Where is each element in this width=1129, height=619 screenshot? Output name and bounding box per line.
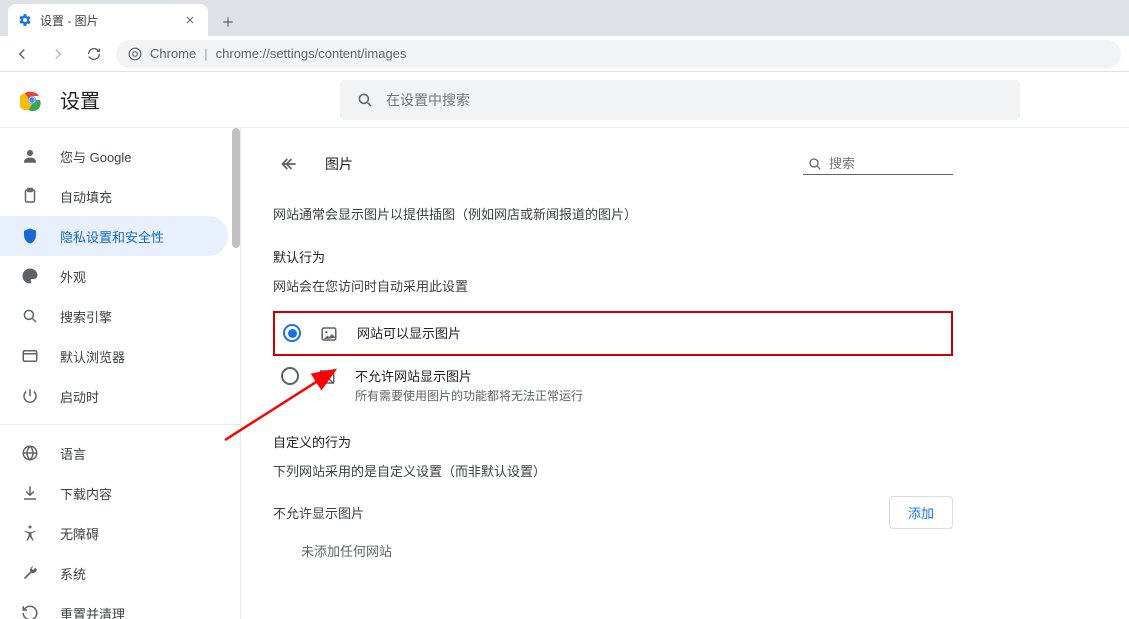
restore-icon <box>20 603 40 619</box>
sidebar-item-label: 隐私设置和安全性 <box>60 227 164 246</box>
sidebar-item-downloads[interactable]: 下载内容 <box>0 473 228 513</box>
forward-button[interactable] <box>44 40 72 68</box>
accessibility-icon <box>20 523 40 543</box>
page-title: 图片 <box>325 154 353 174</box>
sidebar-item-appearance[interactable]: 外观 <box>0 256 228 296</box>
block-list-title: 不允许显示图片 <box>273 503 364 522</box>
download-icon <box>20 483 40 503</box>
omnibox-origin: Chrome <box>150 46 196 61</box>
inline-search[interactable] <box>803 154 953 175</box>
sidebar-item-label: 启动时 <box>60 387 99 406</box>
search-icon <box>20 306 40 326</box>
scrollbar[interactable] <box>232 128 240 619</box>
back-arrow-button[interactable] <box>273 148 305 180</box>
settings-header: 设置 <box>0 72 1129 128</box>
close-icon[interactable] <box>182 12 198 28</box>
search-icon <box>807 156 823 172</box>
browser-toolbar: Chrome | chrome://settings/content/image… <box>0 36 1129 72</box>
sidebar-item-label: 外观 <box>60 267 86 286</box>
scrollbar-thumb[interactable] <box>232 128 240 248</box>
sidebar-item-label: 重置并清理 <box>60 604 125 619</box>
reload-button[interactable] <box>80 40 108 68</box>
sidebar-item-accessibility[interactable]: 无障碍 <box>0 513 228 553</box>
section-default-behavior-sub: 网站会在您访问时自动采用此设置 <box>273 276 953 295</box>
content-header: 图片 <box>273 148 953 180</box>
add-button[interactable]: 添加 <box>889 496 953 529</box>
sidebar-item-on-startup[interactable]: 启动时 <box>0 376 228 416</box>
globe-icon <box>20 443 40 463</box>
omnibox-separator: | <box>204 46 207 61</box>
chrome-icon <box>128 47 142 61</box>
option-block-sub: 所有需要使用图片的功能都将无法正常运行 <box>355 387 583 404</box>
option-block-label: 不允许网站显示图片 <box>355 366 583 385</box>
settings-search[interactable] <box>340 80 1020 120</box>
inline-search-input[interactable] <box>829 156 949 171</box>
clipboard-icon <box>20 186 40 206</box>
sidebar-item-autofill[interactable]: 自动填充 <box>0 176 228 216</box>
section-custom-sub: 下列网站采用的是自定义设置（而非默认设置） <box>273 461 953 480</box>
sidebar-item-languages[interactable]: 语言 <box>0 433 228 473</box>
back-button[interactable] <box>8 40 36 68</box>
sidebar-item-label: 系统 <box>60 564 86 583</box>
gear-icon <box>18 13 32 27</box>
power-icon <box>20 386 40 406</box>
sidebar-item-label: 下载内容 <box>60 484 112 503</box>
omnibox[interactable]: Chrome | chrome://settings/content/image… <box>116 40 1121 68</box>
settings-search-input[interactable] <box>386 92 1004 108</box>
option-allow-label: 网站可以显示图片 <box>357 323 461 342</box>
sidebar-item-reset[interactable]: 重置并清理 <box>0 593 228 619</box>
shield-icon <box>20 226 40 246</box>
section-default-behavior-title: 默认行为 <box>273 247 953 266</box>
wrench-icon <box>20 563 40 583</box>
chrome-logo-icon <box>20 88 44 112</box>
sidebar-item-privacy[interactable]: 隐私设置和安全性 <box>0 216 228 256</box>
search-icon <box>356 91 374 109</box>
sidebar-item-system[interactable]: 系统 <box>0 553 228 593</box>
tab-strip: 设置 - 图片 <box>0 0 1129 36</box>
option-block-images[interactable]: 不允许网站显示图片 所有需要使用图片的功能都将无法正常运行 <box>273 356 953 414</box>
new-tab-button[interactable] <box>214 8 242 36</box>
empty-list-text: 未添加任何网站 <box>273 529 953 572</box>
sidebar: 您与 Google 自动填充 隐私设置和安全性 外观 搜索引擎 默认浏览器 启动… <box>0 128 240 619</box>
settings-title: 设置 <box>60 85 100 114</box>
sidebar-item-you-and-google[interactable]: 您与 Google <box>0 136 228 176</box>
sidebar-item-label: 搜索引擎 <box>60 307 112 326</box>
option-allow-images[interactable]: 网站可以显示图片 <box>273 311 953 356</box>
sidebar-item-label: 自动填充 <box>60 187 112 206</box>
radio-allow[interactable] <box>283 324 301 342</box>
sidebar-item-label: 语言 <box>60 444 86 463</box>
browser-tab[interactable]: 设置 - 图片 <box>8 4 208 36</box>
sidebar-item-label: 您与 Google <box>60 147 132 166</box>
tab-title: 设置 - 图片 <box>40 12 99 29</box>
image-icon <box>319 324 339 344</box>
sidebar-item-label: 无障碍 <box>60 524 99 543</box>
sidebar-separator <box>0 424 240 425</box>
sidebar-item-label: 默认浏览器 <box>60 347 125 366</box>
block-list-row: 不允许显示图片 添加 <box>273 496 953 529</box>
image-off-icon <box>317 367 337 387</box>
palette-icon <box>20 266 40 286</box>
page-description: 网站通常会显示图片以提供插图（例如网店或新闻报道的图片） <box>273 204 953 223</box>
sidebar-item-search-engine[interactable]: 搜索引擎 <box>0 296 228 336</box>
content-area: 图片 网站通常会显示图片以提供插图（例如网店或新闻报道的图片） 默认行为 网站会… <box>240 128 1129 619</box>
person-icon <box>20 146 40 166</box>
radio-block[interactable] <box>281 367 299 385</box>
omnibox-url: chrome://settings/content/images <box>216 46 407 61</box>
section-custom-title: 自定义的行为 <box>273 432 953 451</box>
sidebar-item-default-browser[interactable]: 默认浏览器 <box>0 336 228 376</box>
browser-icon <box>20 346 40 366</box>
